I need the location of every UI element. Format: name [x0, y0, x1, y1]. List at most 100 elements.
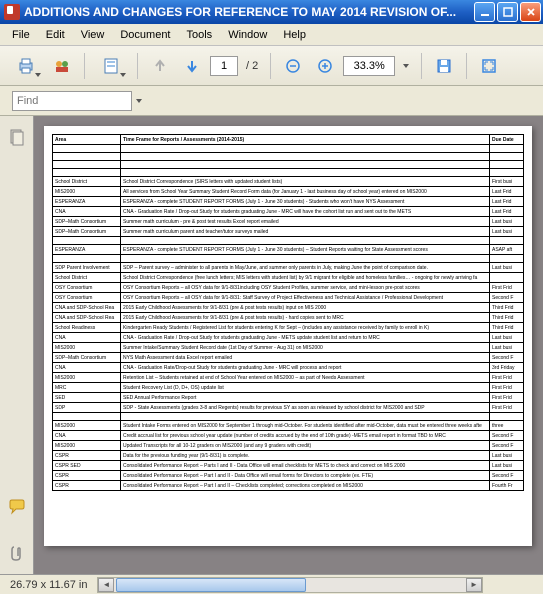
- zoom-dropdown[interactable]: [399, 52, 413, 80]
- prev-page-button[interactable]: [146, 52, 174, 80]
- table-cell: SDP–Math Consortium: [53, 353, 121, 363]
- menu-edit[interactable]: Edit: [38, 27, 73, 43]
- table-cell: CNA and SDP-School Rea: [53, 303, 121, 313]
- menu-document[interactable]: Document: [112, 27, 178, 43]
- table-cell: Credit accrual list for previous school …: [121, 431, 490, 441]
- table-row: CNA and SDP-School Rea2015 Early Childho…: [53, 313, 524, 323]
- menu-view[interactable]: View: [73, 27, 113, 43]
- table-row: CNACNA - Graduation Rate / Drop-out Stud…: [53, 207, 524, 217]
- table-cell: School District Correspondence (free lun…: [121, 273, 490, 283]
- save-button[interactable]: [430, 52, 458, 80]
- pages-panel-button[interactable]: [6, 126, 28, 148]
- zoom-in-button[interactable]: [311, 52, 339, 80]
- table-cell: Last busi: [490, 333, 524, 343]
- table-cell: CNA - Graduation Rate / Drop-out Study f…: [121, 207, 490, 217]
- table-row: MIS2000Updated Transcripts for all 10-12…: [53, 441, 524, 451]
- table-row: School DistrictSchool District Correspon…: [53, 177, 524, 187]
- statusbar: 26.79 x 11.67 in ◄ ►: [0, 574, 543, 594]
- table-cell: First Frid: [490, 393, 524, 403]
- table-cell: NYS Math Assessment data Excel report em…: [121, 353, 490, 363]
- table-cell: SED Annual Performance Report: [121, 393, 490, 403]
- table-cell: SDP – Parent survey – administer to all …: [121, 263, 490, 273]
- menu-help[interactable]: Help: [275, 27, 314, 43]
- table-row: CNA and SDP-School Rea2015 Early Childho…: [53, 303, 524, 313]
- table-cell: SDP–Math Consortium: [53, 227, 121, 237]
- attachments-panel-button[interactable]: [6, 542, 28, 564]
- scroll-right-button[interactable]: ►: [466, 578, 482, 592]
- close-button[interactable]: [520, 2, 541, 22]
- horizontal-scrollbar[interactable]: ◄ ►: [97, 577, 483, 593]
- find-input[interactable]: [12, 91, 132, 111]
- table-cell: Second F: [490, 431, 524, 441]
- table-cell: Due Date: [490, 135, 524, 145]
- table-row: SEDSED Annual Performance ReportFirst Fr…: [53, 393, 524, 403]
- table-row: SDP Parent InvolvementSDP – Parent surve…: [53, 263, 524, 273]
- zoom-out-button[interactable]: [279, 52, 307, 80]
- page-number-input[interactable]: [210, 56, 238, 76]
- table-row: MIS2000All services from School Year Sum…: [53, 187, 524, 197]
- print-button[interactable]: [8, 52, 44, 80]
- toolbar: / 2: [0, 46, 543, 86]
- document-table: AreaTime Frame for Reports / Assessments…: [52, 134, 524, 491]
- table-row: SDP–Math ConsortiumSummer math curriculu…: [53, 227, 524, 237]
- table-cell: Last busi: [490, 343, 524, 353]
- table-row: CNACNA - Graduation Rate/Drop-out Study …: [53, 363, 524, 373]
- table-row-empty: [53, 255, 524, 263]
- app-icon: [4, 4, 20, 20]
- scroll-left-button[interactable]: ◄: [98, 578, 114, 592]
- zoom-input[interactable]: [343, 56, 395, 76]
- minimize-button[interactable]: [474, 2, 495, 22]
- menu-window[interactable]: Window: [220, 27, 275, 43]
- find-dropdown[interactable]: [132, 91, 146, 111]
- table-cell: Last Frid: [490, 197, 524, 207]
- table-cell: Kindergarten Ready Students / Registered…: [121, 323, 490, 333]
- table-row: SDP–Math ConsortiumNYS Math Assessment d…: [53, 353, 524, 363]
- table-cell: Summer math curriculum - pre & post test…: [121, 217, 490, 227]
- table-row: ESPERANZAESPERANZA - complete STUDENT RE…: [53, 197, 524, 207]
- menu-file[interactable]: File: [4, 27, 38, 43]
- table-cell: MRC: [53, 383, 121, 393]
- table-cell: SDP: [53, 403, 121, 413]
- table-cell: OSY Consortium: [53, 293, 121, 303]
- table-cell: OSY Consortium Reports – all OSY data fo…: [121, 293, 490, 303]
- table-cell: Fourth Fr: [490, 481, 524, 491]
- table-cell: First Frid: [490, 373, 524, 383]
- collaborate-button[interactable]: [48, 52, 76, 80]
- next-page-button[interactable]: [178, 52, 206, 80]
- table-cell: Last Frid: [490, 187, 524, 197]
- table-row: OSY ConsortiumOSY Consortium Reports – a…: [53, 283, 524, 293]
- table-cell: Second F: [490, 353, 524, 363]
- table-row-empty: [53, 161, 524, 169]
- table-cell: Area: [53, 135, 121, 145]
- table-cell: Consolidated Performance Report – Part I…: [121, 481, 490, 491]
- table-row: OSY ConsortiumOSY Consortium Reports – a…: [53, 293, 524, 303]
- workspace: AreaTime Frame for Reports / Assessments…: [0, 116, 543, 574]
- menu-tools[interactable]: Tools: [179, 27, 221, 43]
- table-cell: Student Intake Forms entered on MIS2000 …: [121, 421, 490, 431]
- table-cell: SDP Parent Involvement: [53, 263, 121, 273]
- table-cell: Third Frid: [490, 313, 524, 323]
- table-row: CSPRConsolidated Performance Report – Pa…: [53, 481, 524, 491]
- table-cell: 3rd Friday: [490, 363, 524, 373]
- pdf-page-1: AreaTime Frame for Reports / Assessments…: [44, 126, 532, 546]
- comments-panel-button[interactable]: [6, 496, 28, 518]
- table-cell: ESPERANZA: [53, 197, 121, 207]
- window-title: ADDITIONS AND CHANGES FOR REFERENCE TO M…: [24, 5, 474, 19]
- maximize-button[interactable]: [497, 2, 518, 22]
- table-cell: Time Frame for Reports / Assessments (20…: [121, 135, 490, 145]
- fullscreen-button[interactable]: [475, 52, 503, 80]
- table-row: MIS2000Student Intake Forms entered on M…: [53, 421, 524, 431]
- table-row-empty: [53, 145, 524, 153]
- menubar: File Edit View Document Tools Window Hel…: [0, 24, 543, 46]
- table-cell: ASAP aft: [490, 245, 524, 255]
- table-cell: Second F: [490, 471, 524, 481]
- table-cell: CSPR: [53, 481, 121, 491]
- document-area[interactable]: AreaTime Frame for Reports / Assessments…: [34, 116, 543, 574]
- table-cell: CNA: [53, 207, 121, 217]
- table-row: School DistrictSchool District Correspon…: [53, 273, 524, 283]
- table-cell: SDP - State Assessments (grades 3-8 and …: [121, 403, 490, 413]
- page-display-button[interactable]: [93, 52, 129, 80]
- scroll-thumb[interactable]: [116, 578, 306, 592]
- table-row: SDPSDP - State Assessments (grades 3-8 a…: [53, 403, 524, 413]
- table-row: CNACNA - Graduation Rate / Drop-out Stud…: [53, 333, 524, 343]
